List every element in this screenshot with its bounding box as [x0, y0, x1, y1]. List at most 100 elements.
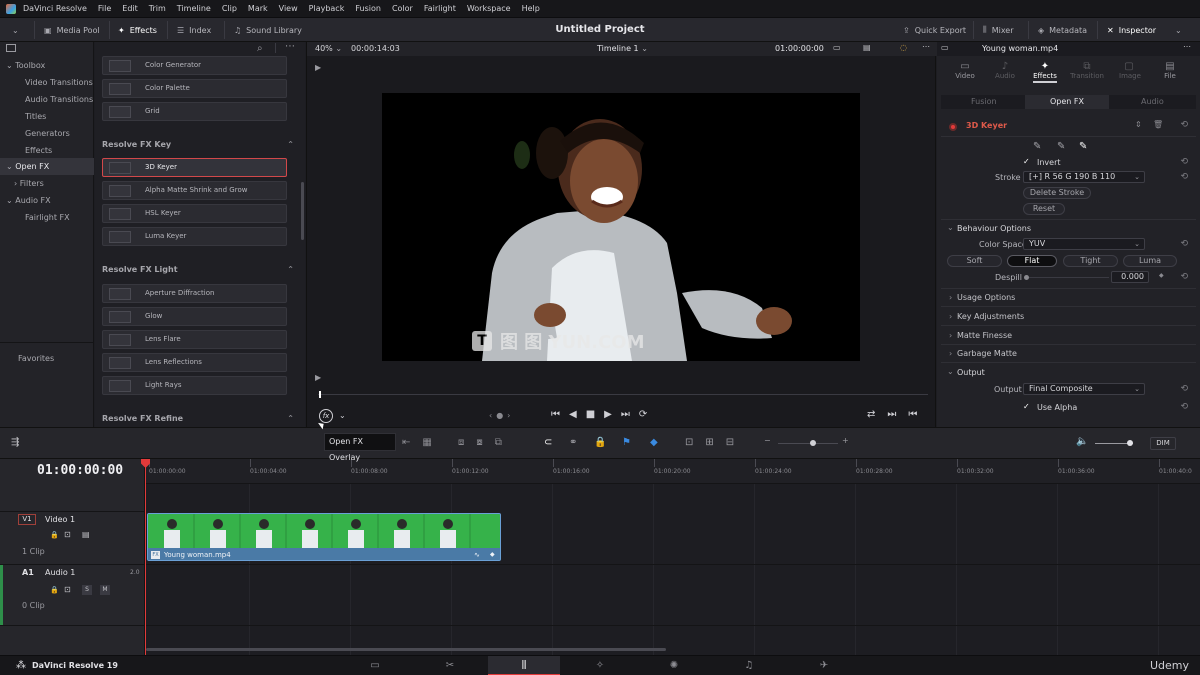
reset-icon[interactable]: ⟲ — [1180, 239, 1188, 249]
zoom-level[interactable]: 40% ⌄ — [315, 44, 342, 53]
menu-file[interactable]: File — [98, 4, 111, 13]
eyedropper-plus-icon[interactable]: ✎ — [1079, 141, 1087, 152]
play-icon[interactable]: ▶ — [604, 409, 621, 420]
jump-end-icon[interactable]: ⏭ — [621, 409, 639, 420]
menu-fairlight[interactable]: Fairlight — [424, 4, 456, 13]
workspace-icon[interactable]: ◌ — [900, 43, 907, 52]
menu-trim[interactable]: Trim — [149, 4, 166, 13]
sidebar-item-effects[interactable]: Effects — [0, 142, 94, 159]
subtab-fusion[interactable]: Fusion — [971, 97, 997, 106]
tab-audio[interactable]: ♪ Audio — [995, 61, 1015, 80]
output-header[interactable]: Output — [957, 368, 985, 377]
chevron-down-icon[interactable]: ⌄ — [947, 367, 954, 376]
fx-item-hsl-keyer[interactable]: HSL Keyer — [102, 204, 287, 223]
menu-fusion[interactable]: Fusion — [355, 4, 381, 13]
reset-icon[interactable]: ⟲ — [1180, 157, 1188, 167]
trash-icon[interactable]: 🗑 — [1153, 120, 1163, 129]
curve-icon[interactable]: ∿ — [474, 548, 480, 560]
tab-transition[interactable]: ⧉ Transition — [1069, 61, 1105, 80]
tab-video[interactable]: ▭ Video — [955, 61, 975, 80]
sidebar-item-generators[interactable]: Generators — [0, 125, 94, 142]
search-icon[interactable]: ⌕ — [257, 43, 263, 54]
fx-item-lens-flare[interactable]: Lens Flare — [102, 330, 287, 349]
mute-button[interactable]: M — [100, 585, 110, 595]
zoom-slider-track[interactable] — [778, 443, 838, 444]
playhead-line[interactable] — [145, 459, 146, 655]
jog-control[interactable]: ‹●› — [489, 411, 514, 420]
despill-slider-track[interactable] — [1029, 277, 1109, 278]
section-header-fx-light[interactable]: Resolve FX Light ⌃ — [102, 265, 294, 274]
sidebar-toolbox[interactable]: ⌄ Toolbox — [0, 57, 94, 74]
inspector-button[interactable]: ✕ Inspector — [1107, 18, 1156, 42]
page-media-icon[interactable]: ▭ — [357, 656, 393, 675]
reset-icon[interactable]: ⟲ — [1180, 120, 1188, 130]
sidebar-item-fairlight-fx[interactable]: Fairlight FX — [0, 209, 94, 226]
fx-item-light-rays[interactable]: Light Rays — [102, 376, 287, 395]
fx-item-3d-keyer[interactable]: 3D Keyer — [102, 158, 287, 177]
page-deliver-icon[interactable]: ✈ — [806, 656, 842, 675]
panel-layout-icon[interactable] — [6, 44, 16, 52]
subtab-open-fx[interactable]: Open FX — [1025, 95, 1109, 109]
reset-icon[interactable]: ⟲ — [1180, 384, 1188, 394]
timeline-options-icon[interactable]: ⇶ — [11, 437, 19, 448]
more-options-icon[interactable]: ⋯ — [285, 41, 295, 52]
more-options-icon[interactable]: ⋯ — [922, 42, 930, 51]
insert-clip-icon[interactable]: ⧈ — [458, 437, 476, 448]
fx-item-alpha-matte[interactable]: Alpha Matte Shrink and Grow — [102, 181, 287, 200]
garbage-matte-header[interactable]: Garbage Matte — [957, 349, 1017, 358]
loop-icon[interactable]: ⟳ — [639, 409, 656, 420]
lock-icon[interactable]: 🔒 — [594, 437, 606, 448]
stroke-dropdown[interactable]: [+] R 56 G 190 B 110 ⌄ — [1023, 171, 1145, 183]
trim-icon[interactable]: ⇤ — [402, 437, 422, 448]
sidebar-favorites[interactable]: Favorites — [0, 350, 94, 367]
behaviour-options-header[interactable]: Behaviour Options — [957, 224, 1031, 233]
marker-icon[interactable]: ◆ — [650, 437, 658, 448]
fx-item-aperture-diffraction[interactable]: Aperture Diffraction — [102, 284, 287, 303]
page-fairlight-icon[interactable]: ♫ — [731, 656, 767, 675]
overwrite-clip-icon[interactable]: ⧇ — [476, 437, 494, 448]
sound-library-button[interactable]: ♫ Sound Library — [234, 18, 302, 42]
viewer-options-icon[interactable]: ▭ — [833, 43, 841, 52]
chevron-right-icon[interactable]: › — [949, 349, 952, 358]
track-name-audio-1[interactable]: Audio 1 — [45, 568, 75, 577]
tab-image[interactable]: ▢ Image — [1119, 61, 1141, 80]
panel-toggle-button[interactable]: ⌄ — [12, 18, 19, 42]
video-preview[interactable]: T 图 图 YUN.COM — [382, 93, 860, 361]
menu-edit[interactable]: Edit — [122, 4, 138, 13]
previous-frame-icon[interactable]: ▶ — [315, 63, 321, 72]
sidebar-item-open-fx[interactable]: ⌄ Open FX — [0, 158, 94, 175]
sidebar-item-titles[interactable]: Titles — [0, 108, 94, 125]
scrubber-bar[interactable] — [318, 394, 928, 395]
auto-select-icon[interactable]: ⊡ — [64, 585, 71, 594]
menu-timeline[interactable]: Timeline — [177, 4, 211, 13]
track-visibility-icon[interactable]: ▤ — [82, 530, 90, 539]
sidebar-item-audio-fx[interactable]: ⌄ Audio FX — [0, 192, 94, 209]
timeline-ruler[interactable]: 01:00:00:00 01:00:04:00 01:00:08:00 01:0… — [146, 459, 1200, 484]
index-button[interactable]: ☰ Index — [177, 18, 211, 42]
page-color-icon[interactable]: ✺ — [656, 656, 692, 675]
fx-item-glow[interactable]: Glow — [102, 307, 287, 326]
timeline-scrollbar[interactable] — [146, 648, 666, 651]
keyframe-icon[interactable]: ◆ — [1159, 272, 1164, 279]
page-edit-icon[interactable]: ⫼ — [488, 656, 560, 675]
reset-icon[interactable]: ⟲ — [1180, 272, 1188, 282]
matte-finesse-header[interactable]: Matte Finesse — [957, 331, 1012, 340]
fx-item-lens-reflections[interactable]: Lens Reflections — [102, 353, 287, 372]
more-options-icon[interactable]: ⋯ — [1183, 42, 1191, 51]
metadata-button[interactable]: ◈ Metadata — [1038, 18, 1087, 42]
zoom-out-icon[interactable]: − — [764, 436, 771, 445]
fx-item-grid[interactable]: Grid — [102, 102, 287, 121]
stop-icon[interactable]: ■ — [586, 409, 604, 420]
panel-layout-icon[interactable]: ▭ — [941, 43, 949, 52]
chevron-right-icon[interactable]: › — [949, 293, 952, 302]
next-edit-icon[interactable]: ⏭ — [887, 409, 908, 420]
page-cut-icon[interactable]: ✂ — [432, 656, 468, 675]
display-mode-icon[interactable]: ▤ — [863, 43, 871, 52]
next-frame-icon[interactable]: ▶ — [315, 373, 321, 382]
reorder-icon[interactable]: ⇕ — [1135, 120, 1142, 129]
reset-icon[interactable]: ⟲ — [1180, 402, 1188, 412]
lock-icon[interactable]: 🔒 — [50, 531, 59, 539]
delete-stroke-button[interactable]: Delete Stroke — [1023, 187, 1091, 199]
mode-tight-button[interactable]: Tight — [1063, 255, 1118, 267]
zoom-in-icon[interactable]: + — [842, 436, 849, 445]
